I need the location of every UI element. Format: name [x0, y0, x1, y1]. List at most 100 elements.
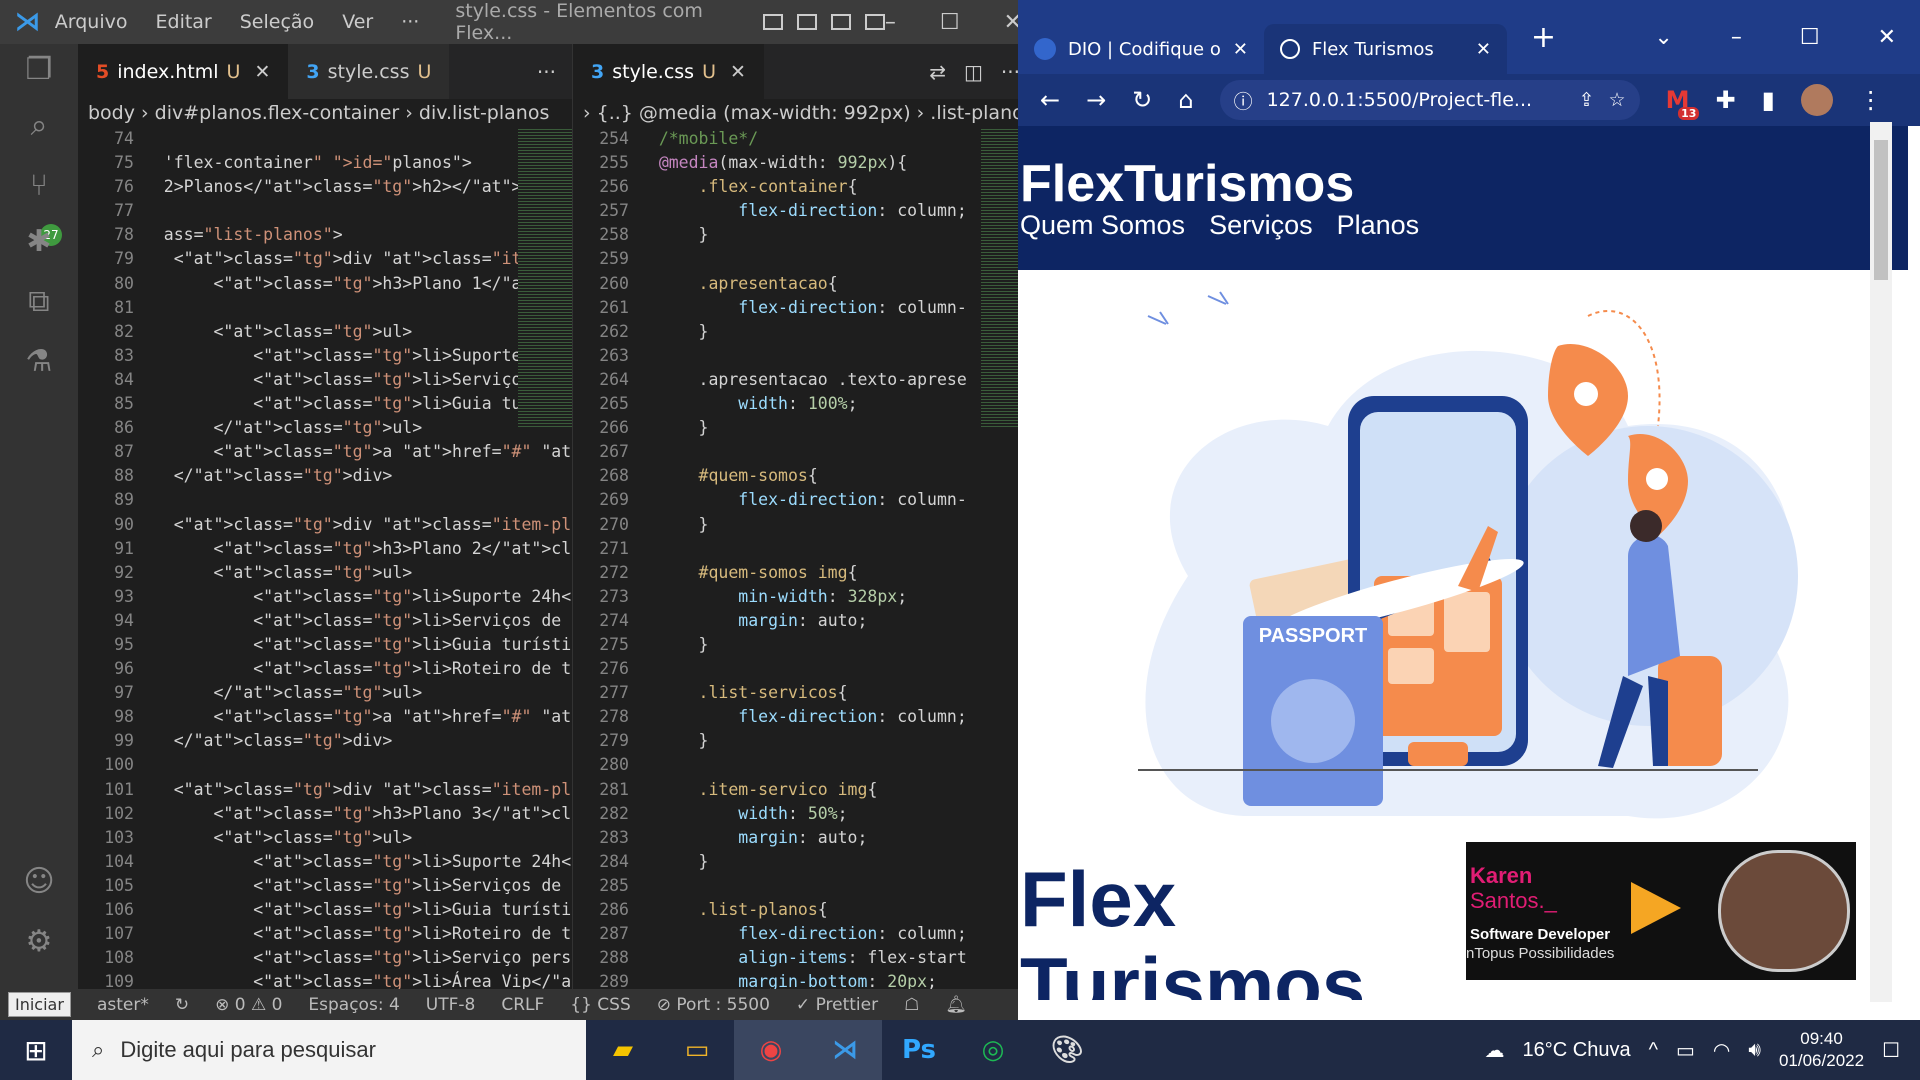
sync-icon[interactable]: ↻	[175, 995, 189, 1015]
code-line[interactable]: 87 <"at">class="tg">a "at">href="#" "at"…	[78, 440, 572, 464]
eol-status[interactable]: CRLF	[501, 995, 544, 1015]
language-status[interactable]: {} CSS	[570, 995, 631, 1015]
code-area-right[interactable]: 254 /*mobile*/255 @media(max-width: 992p…	[573, 127, 1036, 994]
toggle-panel-icon[interactable]	[796, 14, 817, 30]
code-line[interactable]: 258 }	[573, 223, 1036, 247]
chevron-up-icon[interactable]: ^	[1649, 1039, 1658, 1062]
notifications-icon[interactable]: ☐	[1882, 1038, 1900, 1063]
problems-status[interactable]: ⊗ 0 ⚠ 0	[215, 995, 282, 1015]
code-line[interactable]: 279 }	[573, 729, 1036, 753]
code-line[interactable]: 90 <"at">class="tg">div "at">class="item…	[78, 513, 572, 537]
feedback-icon[interactable]: ☖	[904, 995, 919, 1015]
code-line[interactable]: 81	[78, 296, 572, 320]
windows-start-icon[interactable]: ⊞	[0, 1034, 72, 1067]
code-line[interactable]: 277 .list-servicos{	[573, 681, 1036, 705]
code-line[interactable]: 270 }	[573, 513, 1036, 537]
extensions-puzzle-icon[interactable]: ✚	[1715, 86, 1735, 114]
code-line[interactable]: 281 .item-servico img{	[573, 778, 1036, 802]
prettier-status[interactable]: ✓ Prettier	[796, 995, 878, 1015]
code-line[interactable]: 85 <"at">class="tg">li>Guia turístico</"…	[78, 392, 572, 416]
code-line[interactable]: 273 min-width: 328px;	[573, 585, 1036, 609]
spotify-icon[interactable]: ◎	[956, 1020, 1030, 1080]
chrome-taskbar-icon[interactable]: ◉	[734, 1020, 808, 1080]
clock[interactable]: 09:40 01/06/2022	[1779, 1028, 1864, 1072]
close-tab-icon[interactable]: ✕	[730, 61, 746, 83]
code-line[interactable]: 92 <"at">class="tg">ul>	[78, 561, 572, 585]
encoding-status[interactable]: UTF-8	[426, 995, 476, 1015]
back-icon[interactable]: ←	[1040, 86, 1060, 114]
code-line[interactable]: 286 .list-planos{	[573, 898, 1036, 922]
home-icon[interactable]: ⌂	[1178, 86, 1193, 114]
menu-editar[interactable]: Editar	[156, 11, 212, 33]
site-logo-title[interactable]: FlexTurismos	[1020, 154, 1354, 214]
menu-more[interactable]: ···	[401, 11, 419, 33]
sticky-notes-icon[interactable]: ▰	[586, 1020, 660, 1080]
menu-ver[interactable]: Ver	[342, 11, 373, 33]
nav-quem-somos[interactable]: Quem Somos	[1020, 210, 1185, 241]
close-tab-icon[interactable]: ✕	[254, 61, 270, 83]
chrome-menu-icon[interactable]: ⋮	[1859, 86, 1883, 114]
tab-style-css-right[interactable]: 3 style.css U ✕	[573, 44, 764, 99]
weather-icon[interactable]: ☁	[1485, 1038, 1505, 1063]
code-line[interactable]: 257 flex-direction: column;	[573, 199, 1036, 223]
paint-icon[interactable]: 🎨︎	[1030, 1020, 1104, 1080]
live-server-status[interactable]: ⊘ Port : 5500	[657, 995, 770, 1015]
gmail-extension-icon[interactable]: M 13	[1666, 86, 1700, 120]
explorer-icon[interactable]: ❐	[0, 52, 78, 87]
code-line[interactable]: 100	[78, 753, 572, 777]
code-line[interactable]: 88 </"at">class="tg">div>	[78, 464, 572, 488]
customize-layout-icon[interactable]	[864, 14, 885, 30]
nav-servicos[interactable]: Serviços	[1209, 210, 1313, 241]
minimize-icon[interactable]: –	[885, 10, 896, 35]
new-tab-icon[interactable]: +	[1531, 20, 1556, 55]
code-line[interactable]: 101 <"at">class="tg">div "at">class="ite…	[78, 778, 572, 802]
code-line[interactable]: 268 #quem-somos{	[573, 464, 1036, 488]
menu-arquivo[interactable]: Arquivo	[55, 11, 128, 33]
extensions-icon[interactable]: ⧉	[0, 284, 78, 319]
photoshop-icon[interactable]: Ps	[882, 1020, 956, 1080]
code-line[interactable]: 94 <"at">class="tg">li>Serviços de quart…	[78, 609, 572, 633]
code-line[interactable]: 97 </"at">class="tg">ul>	[78, 681, 572, 705]
code-line[interactable]: 261 flex-direction: column-	[573, 296, 1036, 320]
wifi-icon[interactable]: ◠	[1713, 1038, 1730, 1063]
code-line[interactable]: 82 <"at">class="tg">ul>	[78, 320, 572, 344]
close-tab-icon[interactable]: ✕	[1476, 39, 1491, 60]
code-line[interactable]: 77	[78, 199, 572, 223]
split-editor-icon[interactable]: ◫	[964, 60, 983, 84]
minimap-left[interactable]	[518, 127, 578, 427]
code-line[interactable]: 105 <"at">class="tg">li>Serviços de quar…	[78, 874, 572, 898]
code-line[interactable]: 259	[573, 247, 1036, 271]
info-icon[interactable]: ⓘ	[1234, 87, 1253, 114]
taskbar-search[interactable]: ⌕ Digite aqui para pesquisar	[72, 1020, 586, 1080]
code-line[interactable]: 278 flex-direction: column;	[573, 705, 1036, 729]
url-text[interactable]: 127.0.0.1:5500/Project-fle...	[1267, 89, 1532, 111]
code-line[interactable]: 79 <"at">class="tg">div "at">class="item…	[78, 247, 572, 271]
code-line[interactable]: 96 <"at">class="tg">li>Roteiro de trilha…	[78, 657, 572, 681]
code-line[interactable]: 91 <"at">class="tg">h3>Plano 2</"at">cla…	[78, 537, 572, 561]
close-tab-icon[interactable]: ✕	[1233, 39, 1248, 60]
open-changes-icon[interactable]: ⇄	[929, 60, 946, 84]
maximize-icon[interactable]: ☐	[1800, 25, 1820, 50]
weather-text[interactable]: 16°C Chuva	[1523, 1039, 1631, 1062]
code-line[interactable]: 285	[573, 874, 1036, 898]
share-icon[interactable]: ⇪	[1579, 89, 1595, 111]
code-line[interactable]: 80 <"at">class="tg">h3>Plano 1</"at">cla…	[78, 272, 572, 296]
settings-gear-icon[interactable]: ⚙	[0, 924, 78, 959]
code-line[interactable]: 275 }	[573, 633, 1036, 657]
code-line[interactable]: 263	[573, 344, 1036, 368]
address-bar[interactable]: ⓘ 127.0.0.1:5500/Project-fle... ⇪ ☆	[1219, 80, 1640, 120]
code-line[interactable]: 75 'flex-container" ">id="planos">	[78, 151, 572, 175]
code-line[interactable]: 99 </"at">class="tg">div>	[78, 729, 572, 753]
code-line[interactable]: 74	[78, 127, 572, 151]
nav-planos[interactable]: Planos	[1337, 210, 1420, 241]
indent-status[interactable]: Espaços: 4	[308, 995, 399, 1015]
tab-style-css[interactable]: 3 style.css U	[288, 44, 450, 99]
code-line[interactable]: 86 </"at">class="tg">ul>	[78, 416, 572, 440]
debug-icon[interactable]: ✱	[0, 224, 78, 259]
code-line[interactable]: 254 /*mobile*/	[573, 127, 1036, 151]
code-line[interactable]: 98 <"at">class="tg">a "at">href="#" "at"…	[78, 705, 572, 729]
breadcrumb[interactable]: body › div#planos.flex-container › div.l…	[78, 99, 572, 127]
file-explorer-icon[interactable]: ▭	[660, 1020, 734, 1080]
accounts-icon[interactable]: ☺	[0, 864, 78, 899]
tab-flex-turismos[interactable]: Flex Turismos ✕	[1263, 24, 1507, 74]
